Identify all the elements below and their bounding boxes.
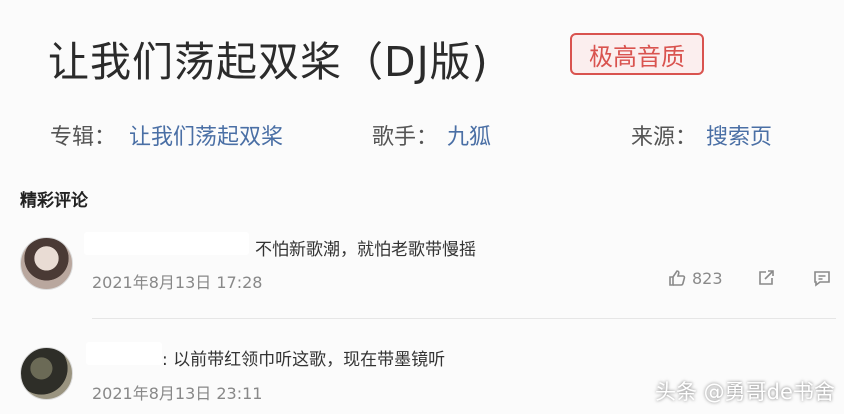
comment-text: 不怕新歌潮，就怕老歌带慢摇 [255,240,476,260]
comment-time: 2021年8月13日 23:11 [92,384,263,403]
username-redacted[interactable] [84,232,249,255]
share-icon [757,269,775,287]
comment-time: 2021年8月13日 17:28 [92,273,263,292]
album-label: 专辑： [50,125,117,150]
comments-section-title: 精彩评论 [20,191,88,211]
artist-label: 歌手： [372,125,439,150]
share-button[interactable] [757,269,775,287]
watermark: 头条 @勇哥de书舍 [655,380,835,404]
username-redacted[interactable] [86,342,162,365]
artist-link[interactable]: 九狐 [447,125,491,150]
source-info: 来源： 搜索页 [631,119,772,151]
quality-badge[interactable]: 极高音质 [570,33,704,75]
like-count: 823 [692,268,723,288]
album-info: 专辑： 让我们荡起双桨 [50,119,283,151]
thumbs-up-icon [667,268,687,288]
comment-divider [92,318,836,319]
source-label: 来源： [631,125,698,150]
avatar[interactable] [20,347,73,400]
song-title: 让我们荡起双桨（DJ版) [48,38,489,86]
reply-button[interactable] [813,269,831,287]
comment-text: : 以前带红领巾听这歌，现在带墨镜听 [162,350,446,370]
like-button[interactable]: 823 [667,268,723,288]
comment-bubble-icon [813,269,831,287]
artist-info: 歌手： 九狐 [372,119,491,151]
source-link[interactable]: 搜索页 [706,125,772,150]
album-link[interactable]: 让我们荡起双桨 [129,125,283,150]
avatar[interactable] [20,237,73,290]
